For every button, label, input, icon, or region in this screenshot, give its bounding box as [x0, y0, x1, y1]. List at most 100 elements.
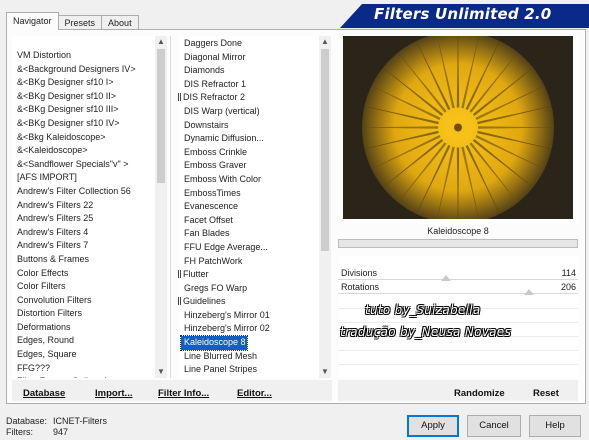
filter-item-label: Dynamic Diffusion... [184, 133, 264, 144]
filter-item-label: Hinzeberg's Mirror 01 [184, 309, 270, 320]
category-item[interactable]: &<Sandflower Specials"v" > [12, 158, 155, 172]
marker-icon [178, 93, 181, 102]
category-item[interactable]: Convolution Filters [12, 294, 155, 308]
progress-bar [338, 239, 578, 248]
category-list[interactable]: VM Distortion &<Background Designers IV> &… [12, 36, 155, 378]
filter-item[interactable]: Emboss Graver [178, 159, 319, 173]
category-item[interactable]: Andrew's Filters 22 [12, 199, 155, 213]
filter-item-selected[interactable]: Kaleidoscope 8 [180, 335, 248, 351]
filter-item[interactable]: Hinzeberg's Mirror 02 [178, 322, 319, 336]
category-scroll-thumb[interactable] [157, 49, 165, 183]
filter-item[interactable]: DIS Refractor 2 [178, 91, 319, 105]
tab-presets[interactable]: Presets [57, 15, 103, 30]
filter-item[interactable]: EmbossTimes [178, 187, 319, 201]
category-item[interactable]: Buttons & Frames [12, 253, 155, 267]
filter-item[interactable]: Daggers Done [178, 37, 319, 51]
category-scrollbar[interactable]: ▲ ▼ [155, 36, 167, 378]
filter-item[interactable]: Dynamic Diffusion... [178, 132, 319, 146]
filter-item-label: FFU Edge Average... [184, 241, 268, 252]
preview-image [343, 36, 573, 219]
slider-track[interactable] [338, 293, 578, 294]
category-item[interactable]: FFG??? [12, 362, 155, 376]
category-item[interactable]: VM Distortion [12, 49, 155, 63]
tab-navigator[interactable]: Navigator [6, 12, 59, 30]
category-item[interactable]: &<Background Designers IV> [12, 63, 155, 77]
param-divisions[interactable]: Divisions 114 [338, 266, 578, 281]
category-item[interactable]: Andrew's Filter Collection 56 [12, 185, 155, 199]
category-item[interactable]: Edges, Round [12, 334, 155, 348]
category-item[interactable]: Filter Factory Gallery A [12, 375, 155, 378]
category-item[interactable]: Color Filters [12, 280, 155, 294]
filter-item[interactable]: Emboss With Color [178, 173, 319, 187]
editor-button[interactable]: Editor... [237, 388, 272, 399]
filter-item[interactable]: Emboss Crinkle [178, 146, 319, 160]
filter-scroll-thumb[interactable] [321, 49, 329, 251]
tab-about[interactable]: About [101, 15, 139, 30]
filter-item-label: DIS Refractor 1 [184, 78, 247, 89]
divider [338, 364, 578, 365]
reset-button[interactable]: Reset [533, 388, 559, 399]
category-item[interactable]: &<Bkg Kaleidoscope> [12, 131, 155, 145]
filter-item-label: DIS Refractor 2 [183, 92, 246, 103]
filter-item-label: Hinzeberg's Mirror 02 [184, 323, 270, 334]
filter-scrollbar[interactable]: ▲ ▼ [319, 36, 331, 378]
category-item[interactable]: Andrew's Filters 25 [12, 212, 155, 226]
filter-item[interactable]: Facet Offset [178, 214, 319, 228]
scroll-up-icon[interactable]: ▲ [155, 36, 167, 48]
filter-item[interactable]: Evanescence [178, 200, 319, 214]
filter-info-button[interactable]: Filter Info... [158, 388, 209, 399]
filter-item[interactable]: Diamonds [178, 64, 319, 78]
watermark-line-1: tuto by_Suizabella [365, 303, 481, 317]
category-item[interactable]: Deformations [12, 321, 155, 335]
category-item[interactable]: Edges, Square [12, 348, 155, 362]
divider [338, 350, 578, 351]
slider-thumb[interactable] [523, 289, 534, 295]
category-item[interactable]: &<BKg Designer sf10 III> [12, 103, 155, 117]
scroll-down-icon[interactable]: ▼ [155, 366, 167, 378]
filter-item[interactable]: Downstairs [178, 119, 319, 133]
filter-item[interactable]: Guidelines [178, 295, 319, 309]
randomize-button[interactable]: Randomize [454, 388, 505, 399]
divider [338, 322, 578, 323]
help-button[interactable]: Help [529, 415, 581, 437]
category-item[interactable]: Andrew's Filters 7 [12, 239, 155, 253]
category-item[interactable]: Andrew's Filters 4 [12, 226, 155, 240]
scroll-down-icon[interactable]: ▼ [319, 366, 331, 378]
database-button[interactable]: Database [23, 388, 65, 399]
filter-item-label: Diagonal Mirror [184, 51, 246, 62]
category-item[interactable]: &<BKg Designer sf10 I> [12, 76, 155, 90]
filter-item[interactable]: Diagonal Mirror [178, 51, 319, 65]
filter-item[interactable]: DIS Warp (vertical) [178, 105, 319, 119]
filter-item[interactable]: Gregs FO Warp [178, 282, 319, 296]
category-item[interactable]: &<Kaleidoscope> [12, 144, 155, 158]
filter-item[interactable]: Line Blurred Mesh [178, 350, 319, 364]
category-item[interactable]: [AFS IMPORT] [12, 171, 155, 185]
filter-item[interactable]: Hinzeberg's Mirror 01 [178, 309, 319, 323]
filter-item[interactable]: Flutter [178, 268, 319, 282]
filter-item[interactable]: FFU Edge Average... [178, 241, 319, 255]
filter-item-label: DIS Warp (vertical) [184, 105, 260, 116]
scroll-up-icon[interactable]: ▲ [319, 36, 331, 48]
cancel-button[interactable]: Cancel [467, 415, 521, 437]
filters-label: Filters: [6, 427, 33, 437]
filter-item[interactable]: FH PatchWork [178, 255, 319, 269]
filter-item-label: Guidelines [183, 296, 226, 307]
category-item[interactable]: Color Effects [12, 267, 155, 281]
filter-list[interactable]: Daggers Done Diagonal Mirror Diamonds DIS R… [178, 36, 319, 378]
category-item[interactable]: &<BKg Designer sf10 IV> [12, 117, 155, 131]
category-item[interactable]: Distortion Filters [12, 307, 155, 321]
import-button[interactable]: Import... [95, 388, 132, 399]
filter-item[interactable]: Line Panel Stripes [178, 363, 319, 377]
filter-item[interactable]: Fan Blades [178, 227, 319, 241]
param-value: 206 [560, 282, 576, 292]
filter-item[interactable]: DIS Refractor 1 [178, 78, 319, 92]
param-value: 114 [561, 268, 576, 278]
watermark-line-2: tradução by_Neusa Novaes [340, 325, 512, 339]
filter-item-label: Flutter [183, 269, 209, 280]
filter-item-label: Fan Blades [184, 228, 230, 239]
filter-item[interactable]: Lines Ornaments [178, 377, 319, 379]
param-rotations[interactable]: Rotations 206 [338, 280, 578, 295]
category-item[interactable]: &<BKg Designer sf10 II> [12, 90, 155, 104]
parameter-panel: Divisions 114 Rotations 206 [338, 256, 578, 378]
apply-button[interactable]: Apply [407, 415, 459, 437]
